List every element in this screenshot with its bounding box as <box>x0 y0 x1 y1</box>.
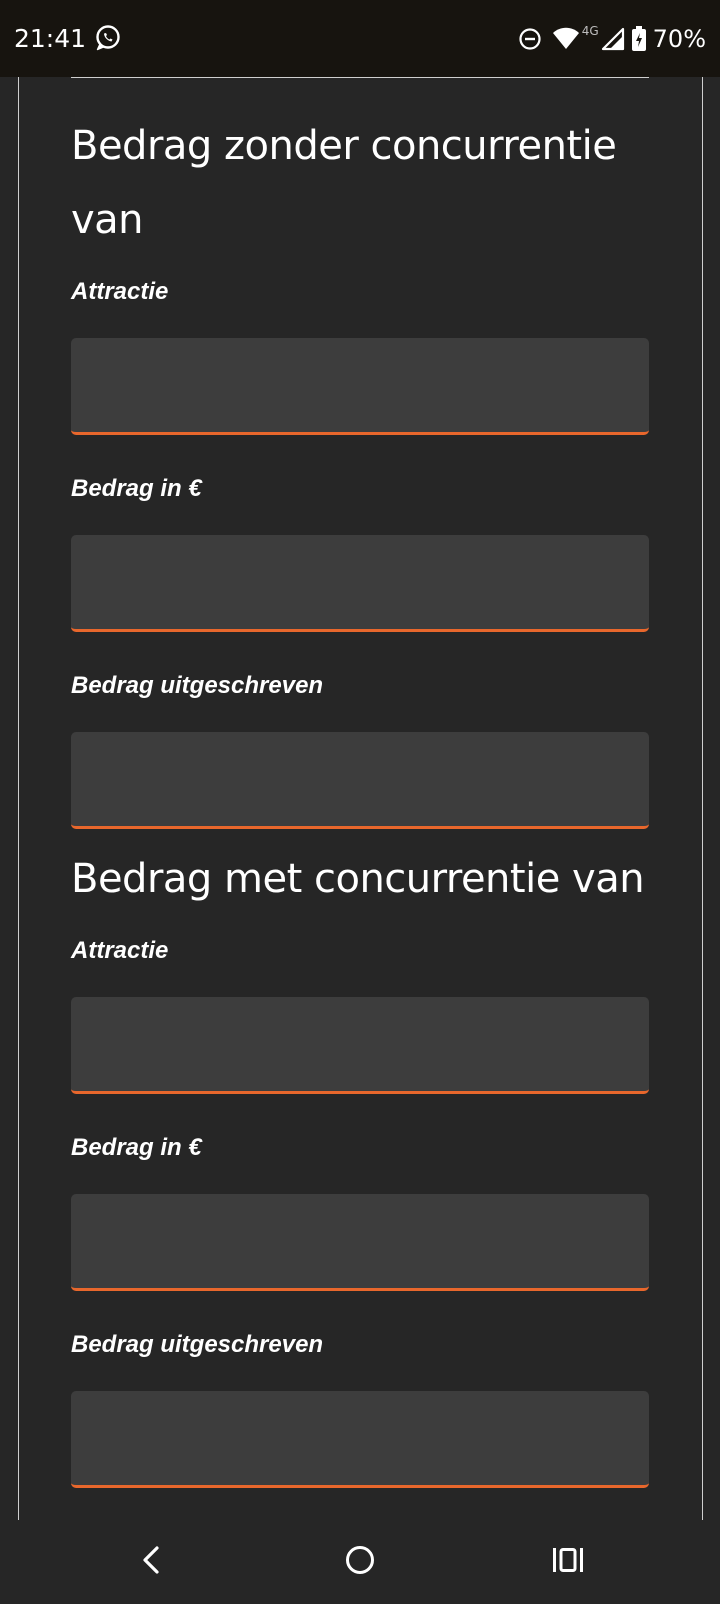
status-icons: 4G 70% <box>518 22 706 56</box>
system-nav-bar <box>0 1520 720 1604</box>
section-divider <box>71 77 649 78</box>
recents-icon <box>551 1546 585 1579</box>
whatsapp-icon <box>94 24 122 52</box>
right-border-line <box>702 77 703 1520</box>
home-button[interactable] <box>338 1540 382 1584</box>
amount-written-label-with: Bedrag uitgeschreven <box>71 1331 324 1358</box>
amount-euro-input-with[interactable] <box>71 1194 649 1291</box>
cell-signal-icon <box>601 27 625 51</box>
back-icon <box>138 1544 166 1581</box>
network-type-label: 4G <box>581 24 599 38</box>
attraction-input-without[interactable] <box>71 338 649 435</box>
amount-written-label-without: Bedrag uitgeschreven <box>71 672 324 699</box>
home-icon <box>344 1544 376 1581</box>
attraction-label-with: Attractie <box>71 937 169 964</box>
do-not-disturb-icon <box>518 27 542 51</box>
amount-written-input-with[interactable] <box>71 1391 649 1488</box>
status-time: 21:41 <box>14 24 87 53</box>
section-title-without-competition: Bedrag zonder concurrentie van <box>71 123 617 243</box>
section-title-with-competition: Bedrag met concurrentie van <box>71 856 645 902</box>
back-button[interactable] <box>130 1540 174 1584</box>
amount-form: Bedrag zonder concurrentie van Attractie… <box>71 109 649 1488</box>
amount-euro-input-without[interactable] <box>71 535 649 632</box>
amount-euro-label-with: Bedrag in € <box>71 1134 202 1161</box>
left-border-line <box>18 77 19 1520</box>
amount-euro-label-without: Bedrag in € <box>71 475 202 502</box>
page-content: Bedrag zonder concurrentie van Attractie… <box>0 77 720 1520</box>
amount-written-input-without[interactable] <box>71 732 649 829</box>
attraction-input-with[interactable] <box>71 997 649 1094</box>
recents-button[interactable] <box>546 1540 590 1584</box>
status-bar: 21:41 4G 70% <box>0 0 720 77</box>
battery-percent: 70% <box>652 25 706 53</box>
wifi-icon <box>552 27 580 51</box>
attraction-label-without: Attractie <box>71 278 169 305</box>
battery-charging-icon <box>631 26 647 52</box>
